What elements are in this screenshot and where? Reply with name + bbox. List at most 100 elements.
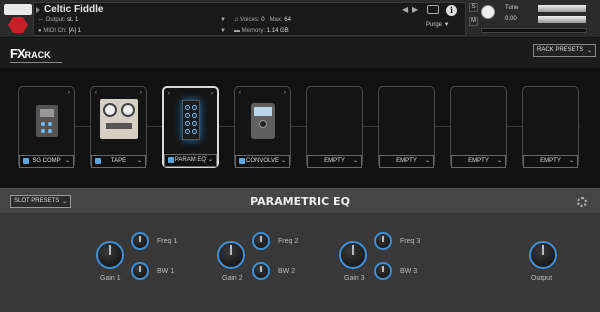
freq-3-knob[interactable] (374, 232, 392, 250)
slot-empty[interactable]: EMPTY ⌄ (522, 86, 579, 168)
chevron-down-icon: ⌄ (352, 158, 358, 164)
purge-dropdown[interactable]: Purge ▼ (426, 22, 450, 28)
tune-label: Tune (505, 5, 519, 11)
fx-rack-logo: FXRACK (10, 46, 62, 63)
tape-device-icon (99, 99, 138, 139)
gain-3-knob[interactable] (339, 241, 367, 269)
chevron-down-icon: ⌄ (136, 158, 142, 164)
eq-controls: Gain 1 Freq 1 BW 1 Gain 2 Freq 2 BW 2 Ga… (0, 213, 600, 312)
rack-presets-label: RACK PRESETS (537, 47, 584, 53)
voices-value: 0 (261, 17, 265, 23)
power-icon[interactable] (23, 158, 29, 164)
gain-3-label: Gain 3 (344, 275, 365, 282)
chevron-right-icon[interactable]: › (68, 90, 70, 96)
chevron-down-icon: ⌄ (424, 158, 430, 164)
chevron-down-icon: ⌄ (207, 157, 213, 163)
chevron-down-icon: ⌄ (568, 158, 574, 164)
slot-label[interactable]: PARAM EQ ⌄ (164, 154, 217, 167)
convolve-device-icon (250, 103, 275, 139)
slot-sg-comp[interactable]: › SG COMP ⌄ (18, 86, 75, 168)
slot-label[interactable]: TAPE ⌄ (91, 155, 146, 168)
instrument-title: Celtic Fiddle (44, 4, 104, 15)
slot-convolve[interactable]: ‹ › CONVOLVE ⌄ (234, 86, 291, 168)
compressor-device-icon (35, 105, 58, 137)
solo-button[interactable]: S (469, 3, 478, 12)
gain-1-knob[interactable] (96, 241, 124, 269)
gain-1-label: Gain 1 (100, 275, 121, 282)
bw-3-knob[interactable] (374, 262, 392, 280)
chevron-down-icon: ⌄ (280, 158, 286, 164)
mute-button[interactable]: M (469, 17, 478, 26)
instrument-info-panel: Celtic Fiddle ◀ ▶ i ⇔ Output: st. 1 ▼ ♫ … (33, 2, 466, 36)
memory-label: Memory: (241, 28, 266, 34)
expand-arrow-icon[interactable] (36, 7, 40, 13)
instrument-header: Celtic Fiddle ◀ ▶ i ⇔ Output: st. 1 ▼ ♫ … (0, 0, 600, 38)
power-icon[interactable] (95, 158, 101, 164)
max-label: Max: (269, 17, 283, 23)
info-icon[interactable]: i (446, 5, 457, 16)
freq-3-label: Freq 3 (400, 238, 421, 245)
slot-label[interactable]: EMPTY ⌄ (523, 155, 578, 168)
output-label: Output: (45, 17, 66, 23)
freq-1-knob[interactable] (131, 232, 149, 250)
eq-title: PARAMETRIC EQ (250, 195, 350, 208)
chevron-right-icon[interactable]: › (140, 90, 142, 96)
chevron-right-icon[interactable]: › (284, 90, 286, 96)
memory-value: 1.14 GB (266, 28, 289, 34)
rack-presets-dropdown[interactable]: RACK PRESETS ⌄ (533, 44, 596, 57)
kontakt-logo (4, 4, 32, 33)
midi-value: [A] 1 (68, 28, 81, 34)
camera-icon[interactable] (427, 5, 439, 14)
level-meter-right (538, 16, 586, 23)
chevron-left-icon[interactable]: ‹ (239, 90, 241, 96)
max-value: 64 (284, 17, 291, 23)
chevron-left-icon[interactable]: ‹ (168, 91, 170, 97)
rack-toolbar: FXRACK RACK PRESETS ⌄ (0, 38, 600, 68)
freq-1-label: Freq 1 (157, 238, 178, 245)
output-dropdown-icon[interactable]: ▼ (220, 17, 226, 23)
level-meter-left (538, 5, 586, 12)
prev-instrument-icon[interactable]: ◀ (402, 5, 408, 14)
bw-2-knob[interactable] (252, 262, 270, 280)
slot-param-eq[interactable]: ‹ › PARAM EQ ⌄ (162, 86, 219, 168)
next-instrument-icon[interactable]: ▶ (412, 5, 418, 14)
output-knob[interactable] (529, 241, 557, 269)
chevron-down-icon: ⌄ (586, 48, 592, 54)
output-icon: ⇔ (38, 17, 46, 23)
power-icon[interactable] (168, 157, 174, 163)
bw-2-label: BW 2 (278, 268, 296, 275)
slot-label[interactable]: EMPTY ⌄ (307, 155, 362, 168)
midi-label: MIDI Ch: (43, 28, 67, 34)
slot-label[interactable]: SG COMP ⌄ (19, 155, 74, 168)
slot-tape[interactable]: ‹ › TAPE ⌄ (90, 86, 147, 168)
gain-2-knob[interactable] (217, 241, 245, 269)
tune-value: 0.00 (505, 16, 517, 22)
midi-dropdown-icon[interactable]: ▼ (220, 28, 226, 34)
freq-2-label: Freq 2 (278, 238, 299, 245)
slot-empty[interactable]: EMPTY ⌄ (450, 86, 507, 168)
slot-label[interactable]: EMPTY ⌄ (451, 155, 506, 168)
bw-1-label: BW 1 (157, 268, 175, 275)
fx-rack-app: Celtic Fiddle ◀ ▶ i ⇔ Output: st. 1 ▼ ♫ … (0, 0, 600, 312)
gear-icon[interactable] (577, 197, 587, 207)
slot-label[interactable]: CONVOLVE ⌄ (235, 155, 290, 168)
param-eq-device-icon (181, 100, 200, 140)
slot-empty[interactable]: EMPTY ⌄ (306, 86, 363, 168)
chevron-left-icon[interactable]: ‹ (95, 90, 97, 96)
purge-label: Purge (426, 22, 443, 28)
bw-1-knob[interactable] (131, 262, 149, 280)
power-icon[interactable] (239, 158, 245, 164)
chevron-right-icon[interactable]: › (211, 91, 213, 97)
memory-icon: ▬ (234, 28, 242, 34)
slot-empty[interactable]: EMPTY ⌄ (378, 86, 435, 168)
volume-slider[interactable] (481, 28, 587, 33)
chevron-down-icon: ⌄ (64, 158, 70, 164)
chevron-down-icon: ⌄ (496, 158, 502, 164)
freq-2-knob[interactable] (252, 232, 270, 250)
output-label: Output (531, 275, 553, 282)
eq-panel-header: SLOT PRESETS ⌄ PARAMETRIC EQ (0, 188, 600, 213)
effect-slots: › SG COMP ⌄ ‹ › TAPE ⌄ ‹ › PARAM EQ ⌄ ‹ › (0, 68, 600, 188)
bw-3-label: BW 3 (400, 268, 418, 275)
tune-knob[interactable] (481, 5, 495, 19)
slot-label[interactable]: EMPTY ⌄ (379, 155, 434, 168)
